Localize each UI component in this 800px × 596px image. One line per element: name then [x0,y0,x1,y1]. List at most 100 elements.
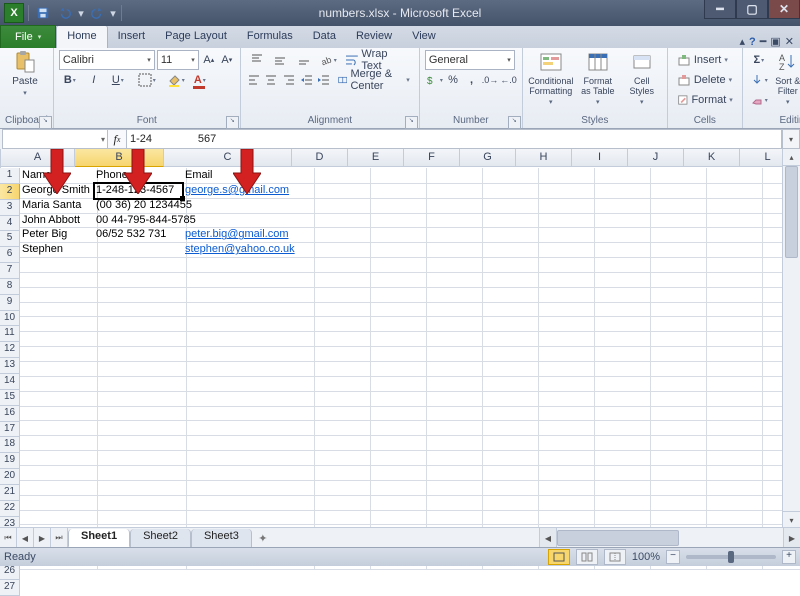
ribbon-minimize-icon[interactable]: ▴ [739,35,745,48]
cell[interactable] [311,227,371,243]
cell[interactable] [647,435,707,451]
cell[interactable] [94,331,187,347]
column-header[interactable]: K [684,149,740,167]
cell[interactable] [367,495,427,511]
cell[interactable] [423,376,483,392]
cell[interactable] [367,465,427,481]
column-header[interactable]: E [348,149,404,167]
align-right-icon[interactable] [281,70,297,90]
cell[interactable] [311,287,371,303]
cell[interactable] [703,272,763,288]
cell[interactable] [479,391,539,407]
cell[interactable] [423,257,483,273]
cell[interactable] [311,257,371,273]
row-header[interactable]: 5 [0,231,20,247]
cell[interactable] [20,287,98,303]
cell[interactable] [535,495,595,511]
cell[interactable] [311,317,371,333]
cell[interactable] [535,510,595,526]
row-header[interactable]: 26 [0,564,20,580]
cell[interactable] [94,510,187,526]
cell[interactable] [591,331,651,347]
cell[interactable] [423,331,483,347]
close-button[interactable]: ✕ [768,0,800,19]
cell[interactable] [367,376,427,392]
cell[interactable] [479,465,539,481]
vertical-scrollbar[interactable]: ▴ ▾ [782,149,800,528]
row-header[interactable]: 15 [0,390,20,406]
row-header[interactable]: 17 [0,422,20,438]
maximize-button[interactable]: ▢ [736,0,768,19]
column-header[interactable]: D [292,149,348,167]
cell[interactable] [311,480,371,496]
cell[interactable] [647,213,707,229]
cell[interactable] [423,183,483,199]
last-sheet-icon[interactable]: ⏭ [51,528,68,548]
cell[interactable] [479,331,539,347]
cell[interactable] [535,406,595,422]
cell[interactable] [367,510,427,526]
borders-button[interactable] [136,70,158,90]
cell[interactable] [591,317,651,333]
row-header[interactable]: 22 [0,501,20,517]
cell[interactable] [479,272,539,288]
cell[interactable] [20,510,98,526]
cell[interactable]: John Abbott [20,213,98,229]
cell[interactable] [591,420,651,436]
cell[interactable] [183,391,315,407]
cell[interactable] [479,376,539,392]
cell[interactable] [479,287,539,303]
cell[interactable] [479,480,539,496]
bold-button[interactable]: B [59,70,81,90]
cell[interactable] [367,420,427,436]
cell[interactable] [647,346,707,362]
cell[interactable] [94,465,187,481]
cell[interactable] [647,317,707,333]
scroll-thumb[interactable] [557,530,679,546]
cell[interactable] [311,465,371,481]
row-header[interactable]: 6 [0,247,20,263]
cell[interactable] [591,406,651,422]
cell[interactable] [479,183,539,199]
cell[interactable] [703,361,763,377]
cell[interactable] [703,420,763,436]
cell[interactable]: 06/52 532 731 [94,227,187,243]
row-header[interactable]: 27 [0,580,20,596]
cell[interactable] [423,302,483,318]
cell[interactable] [423,480,483,496]
cell[interactable] [535,420,595,436]
cell[interactable] [367,242,427,258]
worksheet-grid[interactable]: ABCDEFGHIJKLMN 1234567891011121314151617… [0,149,800,528]
cell[interactable] [367,435,427,451]
cell[interactable] [703,302,763,318]
cell[interactable] [423,346,483,362]
cell[interactable] [311,450,371,466]
cell[interactable] [591,435,651,451]
cell[interactable] [535,465,595,481]
help-icon[interactable]: ? [749,36,756,48]
cell[interactable] [20,480,98,496]
row-header[interactable]: 19 [0,453,20,469]
doc-restore-icon[interactable]: ▣ [770,35,780,48]
sheet-tab[interactable]: Sheet2 [130,529,191,548]
row-header[interactable]: 11 [0,326,20,342]
cell[interactable] [94,302,187,318]
cell[interactable] [423,198,483,214]
cell[interactable] [20,257,98,273]
horizontal-scrollbar[interactable]: ◀ ▶ [539,528,800,548]
prev-sheet-icon[interactable]: ◀ [17,528,34,548]
row-header[interactable]: 7 [0,263,20,279]
cell[interactable] [94,495,187,511]
cell[interactable] [535,213,595,229]
cell[interactable] [703,450,763,466]
cell[interactable] [647,450,707,466]
cell[interactable] [535,450,595,466]
cell[interactable] [311,391,371,407]
cell[interactable] [311,302,371,318]
cell[interactable] [647,376,707,392]
cell[interactable] [183,287,315,303]
tab-review[interactable]: Review [346,26,402,48]
launcher-icon[interactable]: ↘ [405,116,418,129]
cell[interactable] [591,465,651,481]
font-name-combo[interactable]: Calibri▾ [59,50,155,70]
